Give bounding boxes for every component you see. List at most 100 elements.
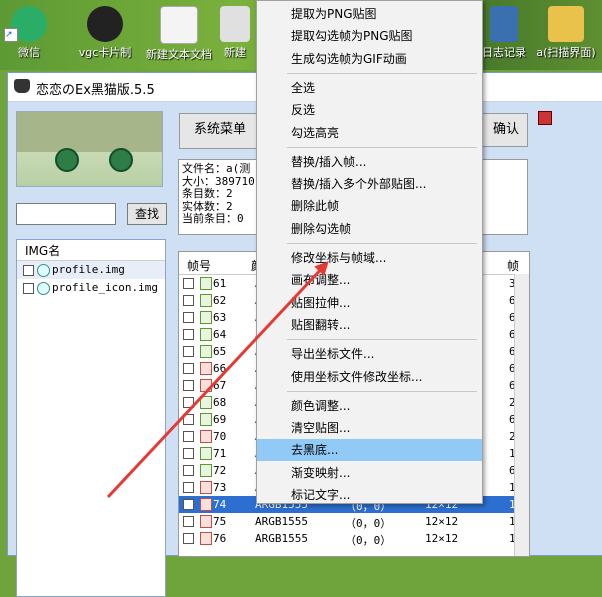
menu-item[interactable]: 标记文字... <box>257 484 482 506</box>
menu-item[interactable]: 贴图翻转... <box>257 314 482 336</box>
cell-fmt: ARGB1555 <box>255 532 308 545</box>
cell-n: 72 <box>213 464 227 477</box>
checkbox[interactable] <box>183 414 194 425</box>
cell-n: 63 <box>213 311 227 324</box>
checkbox[interactable] <box>23 282 34 294</box>
shortcut-arrow-icon: ↗ <box>4 28 18 42</box>
menu-item[interactable]: 反选 <box>257 99 482 121</box>
system-menu-button[interactable]: 系统菜单 <box>179 113 261 149</box>
menu-item[interactable]: 颜色调整... <box>257 395 482 417</box>
col-frame-extra: 帧 <box>507 259 520 273</box>
checkbox[interactable] <box>183 465 194 476</box>
img-list[interactable]: IMG名 profile.img profile_icon.img <box>16 239 166 597</box>
frame-thumbnail-icon <box>200 294 212 307</box>
cell-n: 62 <box>213 294 227 307</box>
menu-item[interactable]: 渐变映射... <box>257 462 482 484</box>
cell-n: 68 <box>213 396 227 409</box>
frame-thumbnail-icon <box>200 447 212 460</box>
menu-item[interactable]: 替换/插入帧... <box>257 151 482 173</box>
desktop-icon-vgc[interactable]: vgc卡片制 <box>70 0 140 66</box>
cell-size: 12×12 <box>425 532 459 545</box>
img-list-item[interactable]: profile.img <box>17 261 165 279</box>
checkbox[interactable] <box>23 264 34 276</box>
context-menu: 提取为PNG贴图 提取勾选帧为PNG贴图 生成勾选帧为GIF动画 全选 反选 勾选高亮替换… <box>256 0 483 504</box>
checkbox[interactable] <box>183 346 194 357</box>
checkbox[interactable] <box>183 329 194 340</box>
cell-n: 69 <box>213 413 227 426</box>
checkbox[interactable] <box>183 363 194 374</box>
checkbox[interactable] <box>183 533 194 544</box>
frame-thumbnail-icon <box>200 464 212 477</box>
avatar <box>16 111 163 187</box>
menu-item[interactable]: 修改坐标与帧域... <box>257 247 482 269</box>
cell-coord: （0，0） <box>345 517 392 530</box>
menu-item[interactable]: 勾选高亮 <box>257 122 482 144</box>
checkbox[interactable] <box>183 312 194 323</box>
menu-item[interactable]: 清空贴图... <box>257 417 482 439</box>
table-row[interactable]: 75 ARGB1555 （0，0） 12×12 1 <box>179 513 529 530</box>
cell-n: 67 <box>213 379 227 392</box>
frame-thumbnail-icon <box>200 362 212 375</box>
frame-thumbnail-icon <box>200 345 212 358</box>
desktop-icon-log[interactable]: 日志记录 <box>478 0 530 66</box>
menu-item[interactable]: 提取勾选帧为PNG贴图 <box>257 25 482 47</box>
frame-thumbnail-icon <box>200 430 212 443</box>
search-row: 查找 <box>16 203 167 227</box>
checkbox[interactable] <box>183 278 194 289</box>
frame-thumbnail-icon <box>200 413 212 426</box>
search-button[interactable]: 查找 <box>127 203 167 225</box>
checkbox[interactable] <box>183 448 194 459</box>
cell-fmt: ARGB1555 <box>255 515 308 528</box>
desktop-icon-new[interactable]: 新建 <box>214 0 256 66</box>
pin-icon[interactable] <box>538 111 552 125</box>
vertical-scrollbar[interactable] <box>514 274 529 556</box>
menu-item[interactable]: 贴图拉伸... <box>257 292 482 314</box>
frame-thumbnail-icon <box>200 532 212 545</box>
document-icon <box>220 6 250 42</box>
menu-item[interactable]: 全选 <box>257 77 482 99</box>
checkbox[interactable] <box>183 431 194 442</box>
frame-thumbnail-icon <box>200 498 212 511</box>
menu-separator <box>287 390 477 392</box>
desktop-icon-label: 新建文本文档 <box>146 48 212 61</box>
desktop-icon-label: 新建 <box>224 46 246 59</box>
cell-n: 70 <box>213 430 227 443</box>
table-row[interactable]: 76 ARGB1555 （0，0） 12×12 1 <box>179 530 529 547</box>
gear-icon <box>87 6 123 42</box>
menu-item[interactable]: 删除勾选帧 <box>257 218 482 240</box>
menu-separator <box>287 339 477 341</box>
frame-thumbnail-icon <box>200 396 212 409</box>
frame-thumbnail-icon <box>200 515 212 528</box>
cell-n: 66 <box>213 362 227 375</box>
checkbox[interactable] <box>183 482 194 493</box>
cell-n: 71 <box>213 447 227 460</box>
menu-item[interactable]: 生成勾选帧为GIF动画 <box>257 48 482 70</box>
menu-item[interactable]: 替换/插入多个外部贴图... <box>257 173 482 195</box>
avatar-eye-left <box>55 148 79 172</box>
menu-item[interactable]: 画布调整... <box>257 269 482 291</box>
img-file-icon <box>37 263 50 277</box>
desktop-icon-textdoc[interactable]: 新建文本文档 <box>144 0 214 66</box>
desktop-icon-label: a(扫描界面) <box>536 46 596 59</box>
menu-separator <box>287 72 477 74</box>
img-list-item[interactable]: profile_icon.img <box>17 279 165 297</box>
img-file-name: profile.img <box>52 263 125 276</box>
window-title: 恋恋のEx黑猫版.5.5 <box>36 83 155 98</box>
avatar-hair <box>17 112 162 152</box>
checkbox[interactable] <box>183 295 194 306</box>
menu-item[interactable]: 提取为PNG贴图 <box>257 3 482 25</box>
checkbox[interactable] <box>183 516 194 527</box>
menu-item[interactable]: 使用坐标文件修改坐标... <box>257 366 482 388</box>
checkbox[interactable] <box>183 380 194 391</box>
cell-n: 73 <box>213 481 227 494</box>
search-input[interactable] <box>16 203 116 225</box>
cell-n: 65 <box>213 345 227 358</box>
cell-size: 12×12 <box>425 515 459 528</box>
menu-item[interactable]: 导出坐标文件... <box>257 343 482 365</box>
desktop-icon-folder[interactable]: a(扫描界面) <box>530 0 602 66</box>
desktop-icon-label: 微信 <box>18 46 40 59</box>
checkbox[interactable] <box>183 499 194 510</box>
menu-item[interactable]: 删除此帧 <box>257 195 482 217</box>
menu-item[interactable]: 去黑底... <box>257 439 482 462</box>
checkbox[interactable] <box>183 397 194 408</box>
